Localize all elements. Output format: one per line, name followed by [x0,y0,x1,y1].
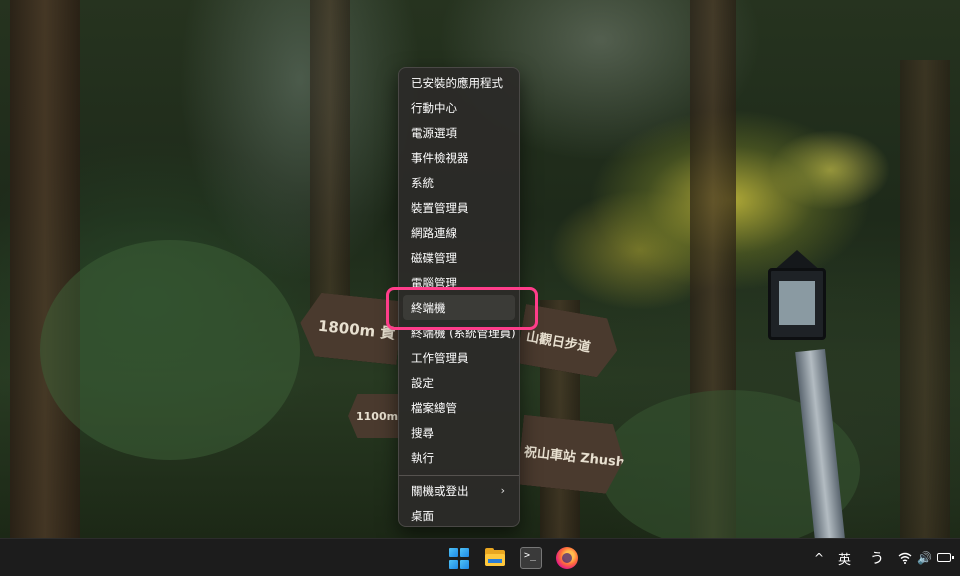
menu-item-disk-management[interactable]: 磁碟管理 [403,245,515,270]
menu-item-device-manager[interactable]: 裝置管理員 [403,195,515,220]
show-hidden-icons-chevron-icon[interactable]: ^ [814,539,824,576]
signpost-zhushan-station: 祝山車站 Zhushan Station [517,415,628,495]
tree-trunk [310,0,350,330]
menu-item-run[interactable]: 執行 [403,445,515,470]
menu-item-task-manager[interactable]: 工作管理員 [403,345,515,370]
ime-mode-icon[interactable]: う [870,539,884,576]
menu-item-shutdown-signout[interactable]: 關機或登出 › [403,478,515,503]
menu-item-label: 裝置管理員 [411,200,469,215]
wifi-icon[interactable] [898,539,912,576]
foliage [40,240,300,460]
menu-item-label: 事件檢視器 [411,150,469,165]
street-lamp [768,268,826,340]
menu-item-installed-apps[interactable]: 已安裝的應用程式 [403,70,515,95]
menu-item-label: 設定 [411,375,434,390]
menu-item-label: 網路連線 [411,225,457,240]
menu-item-label: 電源選項 [411,125,457,140]
menu-item-file-explorer[interactable]: 檔案總管 [403,395,515,420]
menu-item-search[interactable]: 搜尋 [403,420,515,445]
menu-item-event-viewer[interactable]: 事件檢視器 [403,145,515,170]
menu-item-label: 桌面 [411,508,434,523]
tree-trunk [900,60,950,538]
signpost-zhaoping: 1100m 沼 Zhaop [348,394,400,438]
tree-trunk [10,0,80,538]
taskbar: >_ ^ 英 う 🔊 [0,538,960,576]
menu-item-label: 工作管理員 [411,350,469,365]
annotation-highlight-box [386,287,538,330]
file-explorer-icon[interactable] [484,547,506,569]
input-method-indicator[interactable]: 英 [838,539,851,576]
menu-item-label: 磁碟管理 [411,250,457,265]
chevron-right-icon: › [500,484,505,497]
menu-item-label: 搜尋 [411,425,434,440]
menu-item-network-connections[interactable]: 網路連線 [403,220,515,245]
menu-item-mobility-center[interactable]: 行動中心 [403,95,515,120]
menu-item-system[interactable]: 系統 [403,170,515,195]
firefox-icon[interactable] [556,547,578,569]
menu-item-label: 關機或登出 [411,483,469,498]
volume-icon[interactable]: 🔊 [917,539,932,576]
menu-item-label: 檔案總管 [411,400,457,415]
menu-item-label: 已安裝的應用程式 [411,75,503,90]
windows-start-icon[interactable] [449,548,471,570]
menu-item-label: 執行 [411,450,434,465]
terminal-icon[interactable]: >_ [520,547,542,569]
menu-item-label: 行動中心 [411,100,457,115]
menu-item-desktop[interactable]: 桌面 [403,503,515,528]
menu-item-power-options[interactable]: 電源選項 [403,120,515,145]
menu-separator [399,475,519,476]
menu-item-settings[interactable]: 設定 [403,370,515,395]
menu-item-label: 系統 [411,175,434,190]
terminal-glyph: >_ [524,550,537,561]
